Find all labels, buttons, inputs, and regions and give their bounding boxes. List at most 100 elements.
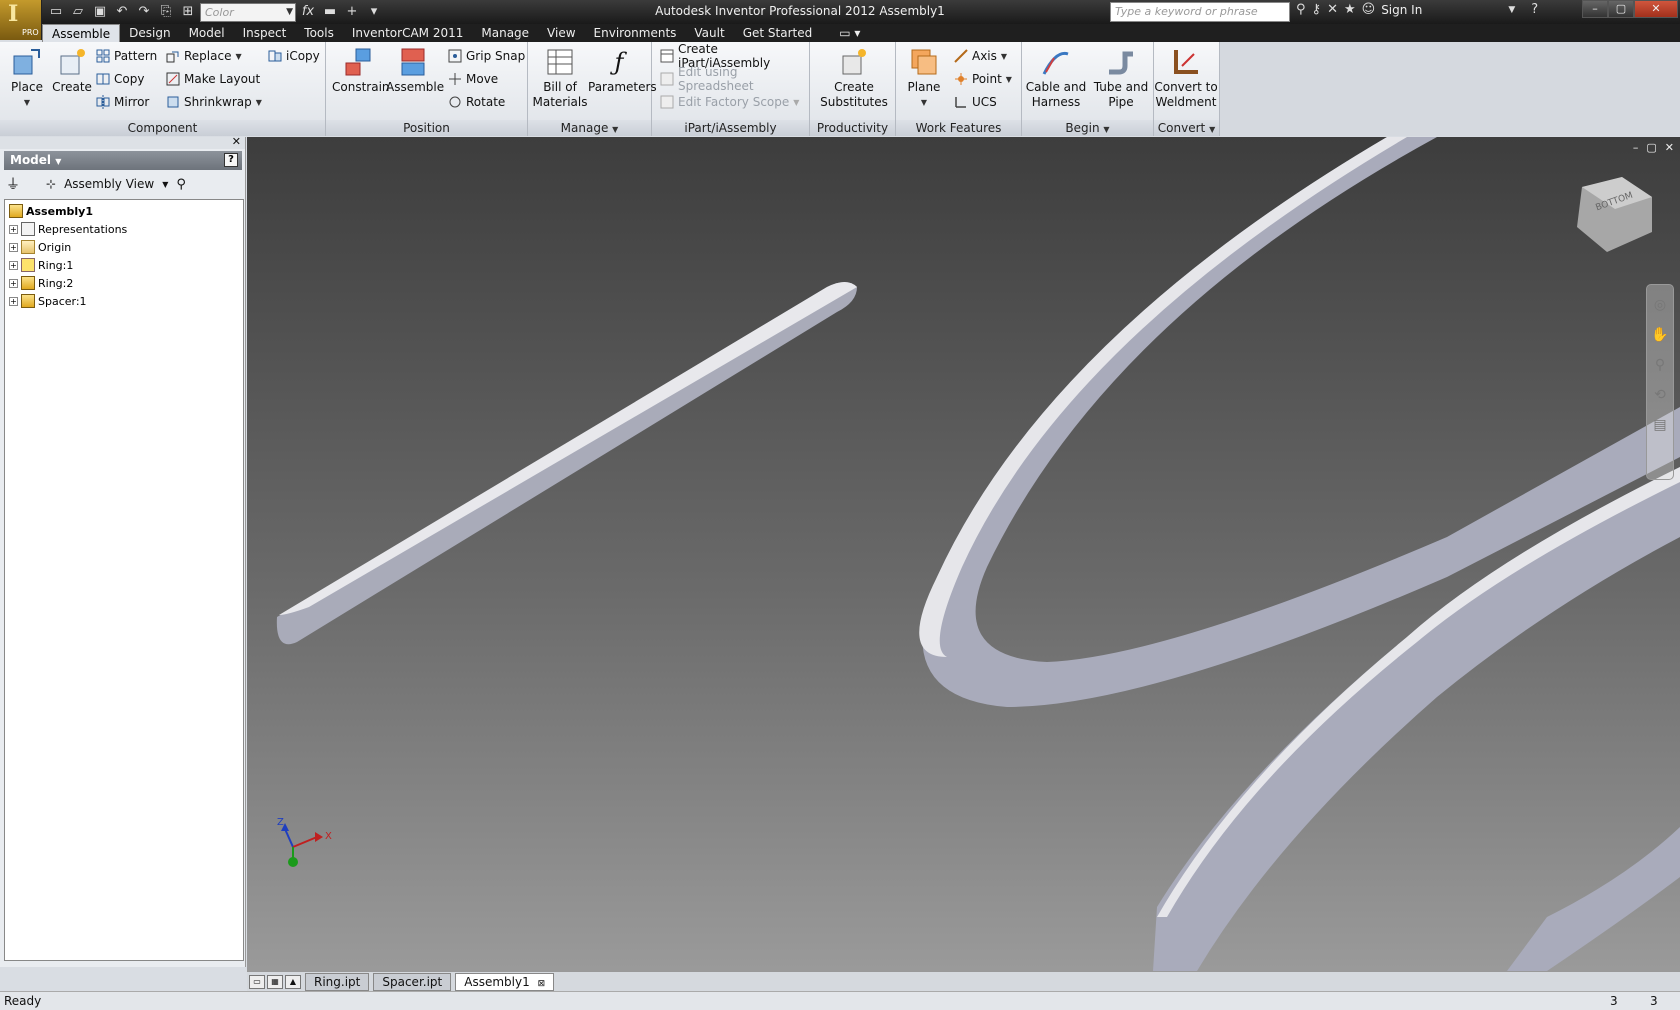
- ring-1-part[interactable]: [919, 137, 1680, 707]
- viewcube[interactable]: [1577, 177, 1652, 252]
- expand-icon[interactable]: +: [9, 242, 18, 252]
- tab-view[interactable]: View: [538, 24, 584, 42]
- shrinkwrap-button[interactable]: Shrinkwrap ▼: [166, 93, 262, 111]
- tab-get-started[interactable]: Get Started: [734, 24, 822, 42]
- tree-item-assembly1[interactable]: Assembly1: [5, 202, 243, 220]
- chevron-down-icon[interactable]: ▼: [1209, 125, 1215, 134]
- close-icon[interactable]: ⊠: [538, 979, 546, 989]
- restore-icon[interactable]: ▢: [1646, 141, 1656, 154]
- user-icon[interactable]: ☺: [1362, 2, 1376, 17]
- help-icon[interactable]: ?: [224, 153, 238, 167]
- mirror-button[interactable]: Mirror: [96, 93, 149, 111]
- expand-icon[interactable]: +: [9, 296, 18, 306]
- tab-vault[interactable]: Vault: [685, 24, 733, 42]
- ucs-button[interactable]: UCS: [954, 93, 997, 111]
- key-icon[interactable]: ⚷: [1312, 2, 1322, 17]
- replace-button[interactable]: Replace ▼: [166, 47, 242, 65]
- color-selector[interactable]: Color ▼: [200, 2, 296, 22]
- ring-2-part[interactable]: [1153, 467, 1680, 971]
- expand-icon[interactable]: +: [9, 260, 18, 270]
- make-layout-button[interactable]: Make Layout: [166, 70, 260, 88]
- zoom-icon[interactable]: ⚲: [1650, 355, 1670, 375]
- grip-snap-button[interactable]: Grip Snap: [448, 47, 525, 65]
- orbit-icon[interactable]: ⟲: [1650, 385, 1670, 405]
- steering-wheel-icon[interactable]: ◎: [1650, 295, 1670, 315]
- assembly-view-select[interactable]: Assembly View: [64, 177, 154, 191]
- maximize-button[interactable]: ▢: [1608, 0, 1634, 18]
- tree-item-representations[interactable]: + Representations: [5, 220, 243, 238]
- close-icon[interactable]: ✕: [1665, 141, 1674, 154]
- move-button[interactable]: Move: [448, 70, 498, 88]
- undo-icon[interactable]: ↶: [112, 2, 132, 22]
- tree-item-spacer-1[interactable]: + Spacer:1: [5, 292, 243, 310]
- fx-icon[interactable]: fx: [298, 2, 318, 22]
- look-at-icon[interactable]: ▤: [1650, 415, 1670, 435]
- help-search-input[interactable]: Type a keyword or phrase: [1110, 2, 1290, 22]
- tree-item-origin[interactable]: + Origin: [5, 238, 243, 256]
- return-icon[interactable]: ⎘: [156, 2, 176, 22]
- copy-button[interactable]: Copy: [96, 70, 144, 88]
- edit-factory-scope-button[interactable]: Edit Factory Scope ▼: [660, 93, 799, 111]
- pattern-button[interactable]: Pattern: [96, 47, 157, 65]
- expand-icon[interactable]: +: [9, 278, 18, 288]
- close-button[interactable]: ✕: [1634, 0, 1678, 18]
- measure-icon[interactable]: ▬: [320, 2, 340, 22]
- sign-in-link[interactable]: Sign In: [1381, 3, 1422, 17]
- open-icon[interactable]: ▱: [68, 2, 88, 22]
- chevron-down-icon[interactable]: ▼: [1103, 125, 1109, 134]
- spacer-part[interactable]: [276, 282, 857, 645]
- tab-inspect[interactable]: Inspect: [234, 24, 296, 42]
- tree-item-ring-1[interactable]: + Ring:1: [5, 256, 243, 274]
- close-icon[interactable]: ✕: [232, 135, 241, 148]
- assemble-button[interactable]: Assemble: [386, 46, 444, 95]
- app-menu-button[interactable]: I PRO: [0, 0, 42, 40]
- rotate-button[interactable]: Rotate: [448, 93, 505, 111]
- doctab-spacer[interactable]: Spacer.ipt: [373, 972, 452, 991]
- exchange-icon[interactable]: ✕: [1327, 2, 1338, 17]
- tube-pipe-button[interactable]: Tube and Pipe: [1090, 46, 1152, 110]
- tab-design[interactable]: Design: [120, 24, 179, 42]
- plane-button[interactable]: Plane ▼: [902, 46, 946, 110]
- graphics-viewport[interactable]: Z X BOTTOM – ▢ ✕ ◎ ✋ ⚲ ⟲ ▤: [247, 137, 1680, 971]
- doctab-assembly1[interactable]: Assembly1 ⊠: [455, 972, 555, 991]
- binoculars-icon[interactable]: ⚲: [176, 177, 186, 192]
- tab-tools[interactable]: Tools: [295, 24, 343, 42]
- doctab-ring[interactable]: Ring.ipt: [305, 972, 370, 991]
- icopy-button[interactable]: iCopy: [268, 47, 320, 65]
- bill-of-materials-button[interactable]: Bill of Materials: [532, 46, 588, 110]
- create-button[interactable]: Create: [52, 46, 92, 95]
- plus-icon[interactable]: +: [342, 2, 362, 22]
- parameters-button[interactable]: ƒ Parameters: [588, 46, 657, 95]
- redo-icon[interactable]: ↷: [134, 2, 154, 22]
- cascade-icon[interactable]: ▭: [249, 974, 265, 989]
- convert-weldment-button[interactable]: Convert to Weldment: [1154, 46, 1218, 110]
- tab-environments[interactable]: Environments: [585, 24, 686, 42]
- tree-item-ring-2[interactable]: + Ring:2: [5, 274, 243, 292]
- select-icon[interactable]: ⊞: [178, 2, 198, 22]
- binoculars-icon[interactable]: ⚲: [1296, 2, 1306, 17]
- arrow-up-icon[interactable]: ▲: [285, 974, 301, 989]
- axis-button[interactable]: Axis ▼: [954, 47, 1007, 65]
- chevron-down-icon[interactable]: ▼: [1508, 5, 1515, 15]
- filter-icon[interactable]: ⏚: [6, 174, 20, 194]
- tab-model[interactable]: Model: [180, 24, 234, 42]
- create-ipart-button[interactable]: Create iPart/iAssembly: [660, 42, 809, 70]
- chevron-down-icon[interactable]: ▼: [612, 125, 618, 134]
- cable-harness-button[interactable]: Cable and Harness: [1024, 46, 1088, 110]
- tab-inventorcam[interactable]: InventorCAM 2011: [343, 24, 473, 42]
- customize-icon[interactable]: ▾: [364, 2, 384, 22]
- pan-icon[interactable]: ✋: [1650, 325, 1670, 345]
- chevron-down-icon[interactable]: ▼: [162, 180, 168, 189]
- minimize-button[interactable]: –: [1582, 0, 1608, 18]
- place-button[interactable]: Place ▼: [8, 46, 46, 110]
- help-icon[interactable]: ?: [1531, 2, 1538, 17]
- tab-assemble[interactable]: Assemble: [42, 24, 121, 42]
- tab-manage[interactable]: Manage: [472, 24, 538, 42]
- expand-icon[interactable]: +: [9, 224, 18, 234]
- ribbon-options-icon[interactable]: ▭ ▾: [821, 24, 869, 42]
- constrain-button[interactable]: Constrain: [332, 46, 390, 95]
- point-button[interactable]: Point ▼: [954, 70, 1012, 88]
- edit-spreadsheet-button[interactable]: Edit using Spreadsheet: [660, 65, 809, 93]
- create-substitutes-button[interactable]: Create Substitutes: [812, 46, 896, 110]
- save-icon[interactable]: ▣: [90, 2, 110, 22]
